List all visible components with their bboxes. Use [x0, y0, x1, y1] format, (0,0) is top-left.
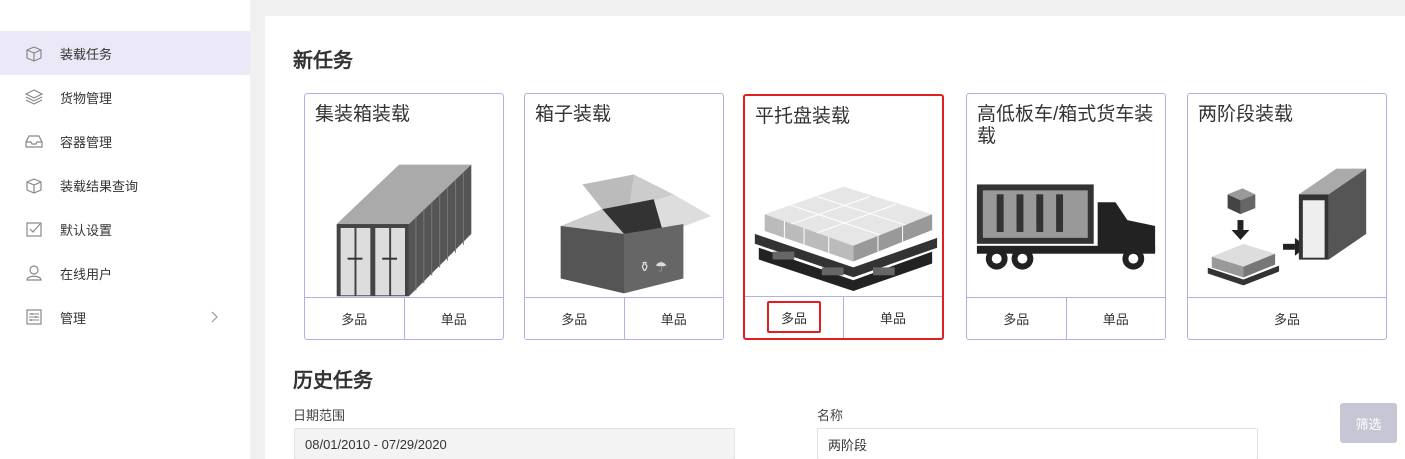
- multi-item-button[interactable]: 多品: [745, 297, 843, 338]
- layers-icon: [24, 89, 44, 105]
- highlight-box: [767, 301, 821, 333]
- sidebar-item-label: 容器管理: [60, 134, 113, 150]
- pallet-icon: [754, 186, 938, 292]
- sidebar-item-loading-task[interactable]: 装载任务: [0, 31, 250, 75]
- card-buttons: 多品 单品: [967, 297, 1165, 339]
- shipping-container-icon: [336, 164, 472, 297]
- card-box-loading: 箱子装载 ⚱ ☂ 多品 单品: [524, 93, 724, 340]
- sidebar-item-defaults[interactable]: 默认设置: [0, 207, 250, 251]
- card-buttons: 多品: [1188, 297, 1386, 339]
- truck-icon: [976, 184, 1156, 270]
- sidebar-item-online-users[interactable]: 在线用户: [0, 251, 250, 295]
- sidebar-item-goods[interactable]: 货物管理: [0, 75, 250, 119]
- card-pallet-loading: 平托盘装载 多品 单品: [743, 94, 944, 340]
- box-icon: [26, 46, 42, 62]
- box-search-icon: [26, 178, 42, 194]
- user-icon: [26, 265, 42, 281]
- sidebar-item-label: 管理: [60, 310, 87, 326]
- svg-text:⚱ ☂: ⚱ ☂: [639, 260, 667, 276]
- history-title: 历史任务: [293, 370, 373, 392]
- checkbox-icon: [26, 222, 42, 237]
- single-item-button[interactable]: 单品: [843, 297, 942, 338]
- sidebar: 装载任务 货物管理 容器管理 装载结果查询 默认设置 在线用户 管理: [0, 0, 250, 459]
- card-title: 两阶段装载: [1198, 104, 1294, 125]
- card-container-loading: 集装箱装载 多品 单品: [304, 93, 504, 340]
- card-two-stage-loading: 两阶段装载 多品: [1187, 93, 1387, 340]
- card-title: 箱子装载: [535, 104, 612, 125]
- single-item-button[interactable]: 单品: [623, 298, 724, 339]
- multi-item-button[interactable]: 多品: [1188, 298, 1386, 339]
- date-range-label: 日期范围: [293, 408, 346, 423]
- sidebar-item-label: 装载结果查询: [60, 178, 139, 194]
- name-label: 名称: [817, 408, 844, 423]
- sidebar-item-containers[interactable]: 容器管理: [0, 119, 250, 163]
- new-task-title: 新任务: [293, 50, 353, 72]
- card-title: 集装箱装载: [315, 104, 411, 125]
- card-title: 高低板车/箱式货车装载: [977, 104, 1154, 147]
- chevron-right-icon: [211, 311, 218, 323]
- settings-panel-icon: [26, 309, 42, 325]
- card-truck-loading: 高低板车/箱式货车装载 多品 单品: [966, 93, 1166, 340]
- multi-item-button[interactable]: 多品: [967, 298, 1066, 339]
- tray-icon: [25, 135, 43, 148]
- card-buttons: 多品 单品: [305, 297, 503, 339]
- card-title: 平托盘装载: [755, 106, 851, 127]
- single-item-button[interactable]: 单品: [1065, 298, 1166, 339]
- sidebar-item-label: 在线用户: [60, 266, 113, 282]
- card-buttons: 多品 单品: [745, 296, 942, 338]
- sidebar-item-label: 默认设置: [60, 222, 113, 238]
- multi-item-button[interactable]: 多品: [305, 298, 404, 339]
- single-item-button[interactable]: 单品: [403, 298, 504, 339]
- sidebar-item-label: 货物管理: [60, 90, 113, 106]
- card-buttons: 多品 单品: [525, 297, 723, 339]
- open-box-icon: ⚱ ☂: [560, 174, 712, 294]
- sidebar-item-label: 装载任务: [60, 46, 113, 62]
- two-stage-icon: [1207, 168, 1367, 286]
- sidebar-item-admin[interactable]: 管理: [0, 295, 250, 339]
- name-input[interactable]: 两阶段: [817, 428, 1258, 459]
- multi-item-button[interactable]: 多品: [525, 298, 624, 339]
- filter-button[interactable]: 筛选: [1340, 403, 1397, 443]
- sidebar-item-results[interactable]: 装载结果查询: [0, 163, 250, 207]
- date-range-input[interactable]: 08/01/2010 - 07/29/2020: [294, 428, 735, 459]
